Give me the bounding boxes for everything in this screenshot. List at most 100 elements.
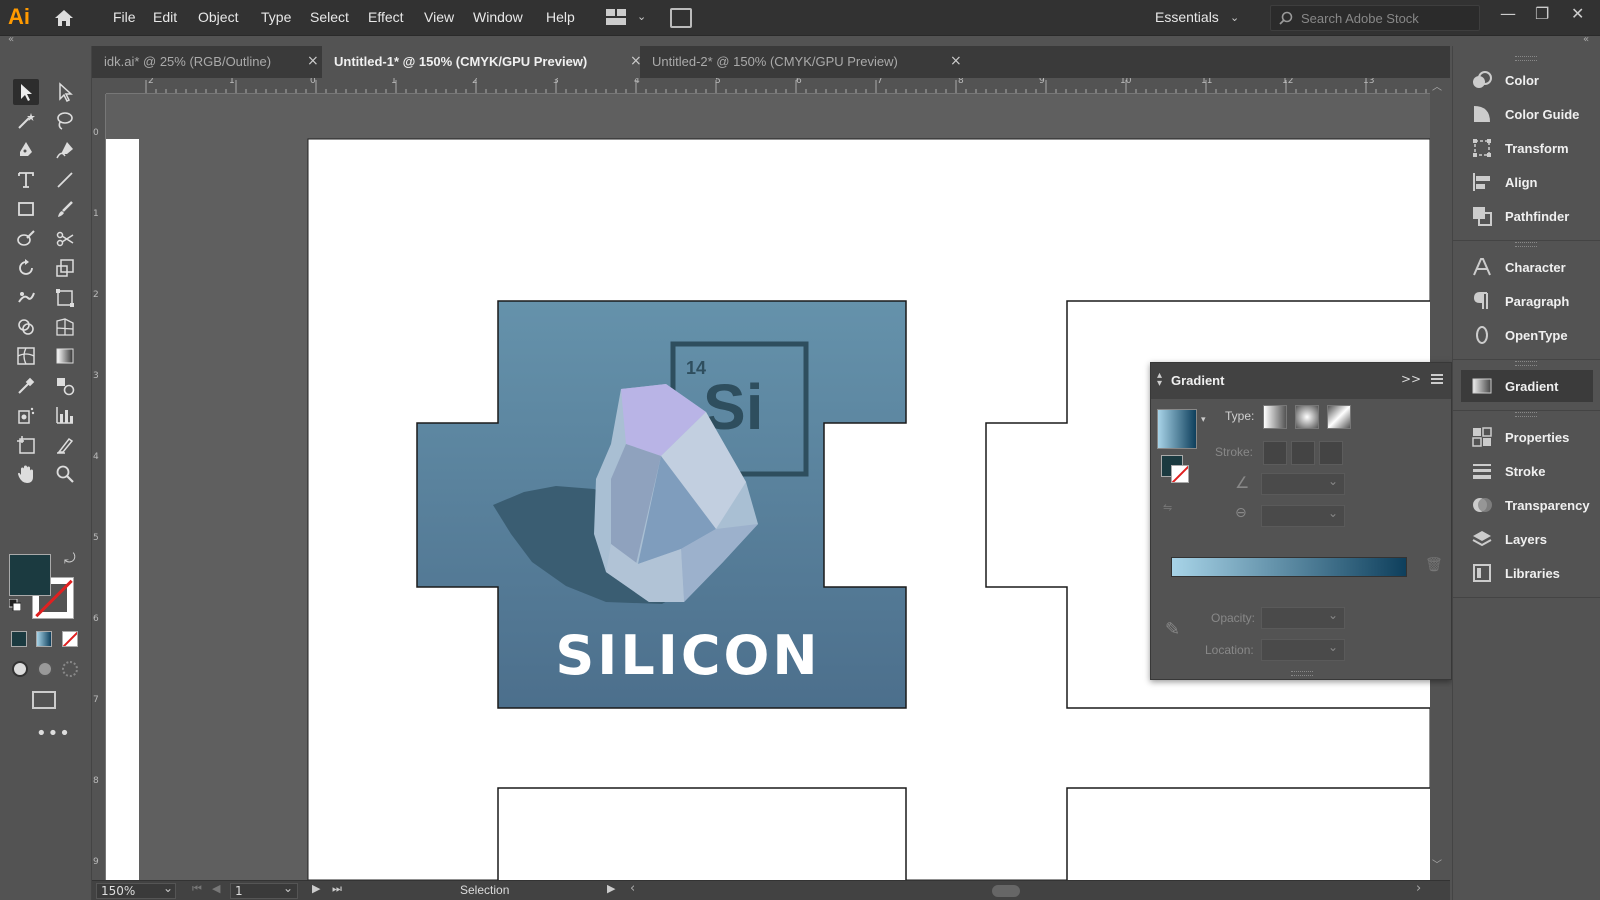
artboard-navigator[interactable]: 1 ⌄ (230, 881, 298, 899)
default-fill-stroke-icon[interactable] (8, 598, 22, 612)
horizontal-scroll-thumb[interactable] (992, 885, 1020, 897)
rotate-tool-icon[interactable] (13, 255, 39, 281)
scroll-right-icon[interactable]: › (1416, 881, 1421, 896)
scale-tool-icon[interactable] (52, 255, 78, 281)
stock-search[interactable] (1270, 5, 1480, 31)
pen-tool-icon[interactable] (13, 137, 39, 163)
chevron-down-icon[interactable]: ⌄ (283, 881, 293, 895)
panel-toggle-icon[interactable]: ▴ ▾ (1157, 371, 1162, 389)
panel-libraries[interactable]: Libraries (1461, 557, 1593, 589)
paintbrush-tool-icon[interactable] (52, 196, 78, 222)
chevron-down-icon[interactable]: ⌄ (163, 881, 173, 895)
layout-switcher-icon[interactable] (606, 9, 628, 25)
close-tab-icon[interactable]: × (307, 53, 319, 69)
next-artboard-icon[interactable]: ▶ (312, 882, 320, 895)
menu-object[interactable]: Object (198, 9, 238, 25)
stroke-within-button[interactable] (1263, 441, 1287, 465)
gradient-panel-header[interactable]: ▴ ▾ Gradient >> (1151, 363, 1451, 399)
mesh-tool-icon[interactable] (13, 343, 39, 369)
workspace-switcher[interactable]: Essentials (1155, 9, 1219, 25)
angle-dropdown[interactable] (1261, 473, 1345, 495)
minimize-icon[interactable]: — (1500, 4, 1516, 23)
gradient-tool-icon[interactable] (52, 343, 78, 369)
scroll-left-icon[interactable]: ‹ (630, 881, 635, 896)
menu-view[interactable]: View (424, 9, 454, 25)
tab-untitled-1[interactable]: Untitled-1* @ 150% (CMYK/GPU Preview) (322, 46, 640, 78)
collapse-panels-icon[interactable]: « (1583, 34, 1589, 45)
aspect-dropdown[interactable] (1261, 505, 1345, 527)
empty-tile-bottom-left[interactable] (497, 787, 907, 880)
dock-grip[interactable] (1515, 242, 1537, 247)
panel-transform[interactable]: Transform (1461, 132, 1593, 164)
symbol-sprayer-tool-icon[interactable] (13, 402, 39, 428)
line-tool-icon[interactable] (52, 167, 78, 193)
panel-align[interactable]: Align (1461, 166, 1593, 198)
menu-edit[interactable]: Edit (153, 9, 177, 25)
draw-behind-icon[interactable] (37, 661, 53, 677)
location-dropdown[interactable] (1261, 639, 1345, 661)
artboard-left[interactable] (106, 139, 139, 880)
chevron-down-icon[interactable]: ⌄ (637, 10, 646, 23)
shaper-tool-icon[interactable] (13, 226, 39, 252)
home-icon[interactable] (53, 8, 75, 28)
warp-tool-icon[interactable] (13, 285, 39, 311)
column-graph-tool-icon[interactable] (52, 402, 78, 428)
screen-mode-icon[interactable] (32, 691, 56, 709)
menu-help[interactable]: Help (546, 9, 575, 25)
linear-gradient-button[interactable] (1263, 405, 1287, 429)
free-transform-tool-icon[interactable] (52, 285, 78, 311)
close-tab-icon[interactable]: × (950, 53, 962, 69)
opacity-dropdown[interactable] (1261, 607, 1345, 629)
previous-artboard-icon[interactable]: ◀ (212, 882, 220, 895)
edit-toolbar-icon[interactable]: ••• (36, 723, 71, 744)
gradient-mode-button[interactable] (36, 631, 52, 647)
reverse-gradient-icon[interactable]: ⇋ (1163, 501, 1172, 514)
swap-fill-stroke-icon[interactable]: ⤾ (64, 551, 76, 567)
panel-layers[interactable]: Layers (1461, 523, 1593, 555)
dock-grip[interactable] (1515, 412, 1537, 417)
stroke-across-button[interactable] (1319, 441, 1343, 465)
last-artboard-icon[interactable]: ⏭ (332, 882, 342, 896)
panel-menu-icon[interactable] (1431, 374, 1443, 384)
menu-file[interactable]: File (113, 9, 136, 25)
tab-untitled-2[interactable]: Untitled-2* @ 150% (CMYK/GPU Preview) (640, 46, 960, 78)
lasso-tool-icon[interactable] (52, 108, 78, 134)
draw-inside-icon[interactable] (62, 661, 78, 677)
chevron-down-icon[interactable]: ▾ (1201, 415, 1206, 425)
status-menu-icon[interactable]: ▶ (607, 882, 615, 895)
arrange-documents-icon[interactable] (670, 8, 692, 28)
artboard-tool-icon[interactable] (13, 432, 39, 458)
panel-stroke[interactable]: Stroke (1461, 455, 1593, 487)
chevron-down-icon[interactable]: ⌄ (1230, 11, 1239, 24)
magic-wand-tool-icon[interactable] (13, 108, 39, 134)
color-mode-button[interactable] (11, 631, 27, 647)
none-mode-button[interactable] (62, 631, 78, 647)
panel-paragraph[interactable]: Paragraph (1461, 285, 1593, 317)
eyedropper-icon[interactable]: ✎ (1165, 619, 1180, 640)
rectangle-tool-icon[interactable] (13, 196, 39, 222)
dock-grip[interactable] (1515, 361, 1537, 366)
panel-properties[interactable]: Properties (1461, 421, 1593, 453)
search-input[interactable] (1301, 9, 1476, 27)
menu-effect[interactable]: Effect (368, 9, 404, 25)
gradient-slider[interactable] (1171, 557, 1407, 577)
zoom-field[interactable]: 150% ⌄ (96, 881, 176, 899)
menu-type[interactable]: Type (261, 9, 291, 25)
stroke-proxy[interactable] (1171, 465, 1189, 483)
selection-tool-icon[interactable] (13, 79, 39, 105)
blend-tool-icon[interactable] (52, 373, 78, 399)
panel-character[interactable]: Character (1461, 251, 1593, 283)
resize-grip[interactable] (1291, 671, 1313, 676)
close-icon[interactable]: ✕ (1571, 4, 1584, 23)
menu-window[interactable]: Window (473, 9, 523, 25)
collapse-tools-icon[interactable]: « (8, 34, 14, 45)
delete-stop-icon[interactable]: 🗑 (1425, 557, 1443, 573)
panel-gradient[interactable]: Gradient (1461, 370, 1593, 402)
tab-idk[interactable]: idk.ai* @ 25% (RGB/Outline) (92, 46, 322, 78)
expand-icon[interactable]: >> (1401, 372, 1421, 386)
restore-icon[interactable]: ❐ (1535, 4, 1549, 23)
scissors-tool-icon[interactable] (52, 226, 78, 252)
radial-gradient-button[interactable] (1295, 405, 1319, 429)
dock-grip[interactable] (1515, 56, 1537, 61)
type-tool-icon[interactable] (13, 167, 39, 193)
